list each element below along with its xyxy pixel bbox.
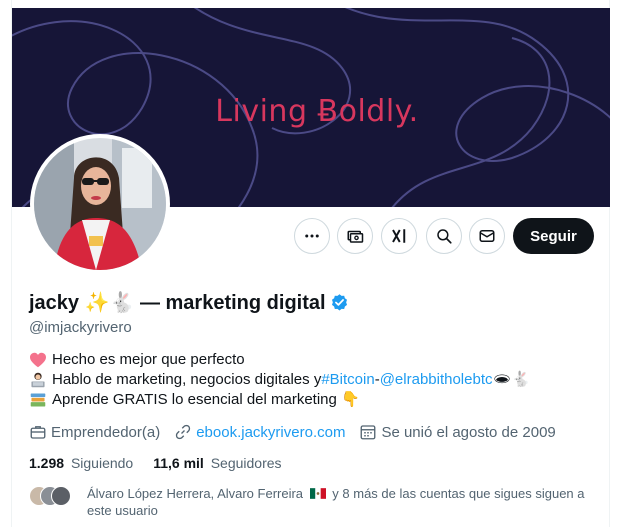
more-options-button[interactable] xyxy=(294,218,330,254)
following-stat[interactable]: 1.298 Siguiendo xyxy=(29,455,133,471)
bio-mention-link[interactable]: @elrabbitholebtc xyxy=(380,370,493,390)
banner-slogan: Living Ƀoldly. xyxy=(215,94,419,129)
more-horizontal-icon xyxy=(305,234,319,238)
following-label: Siguiendo xyxy=(70,455,134,471)
profile-handle: @imjackyrivero xyxy=(29,319,132,336)
books-icon xyxy=(30,393,46,407)
briefcase-icon xyxy=(30,426,46,439)
woman-technologist-icon xyxy=(31,372,45,388)
profile-category: Emprendedor(a) xyxy=(29,423,160,441)
grok-icon xyxy=(392,229,406,243)
bio-text-cta: Aprende GRATIS lo esencial del marketing… xyxy=(52,391,360,408)
mexico-flag-icon xyxy=(309,488,326,499)
followers-you-know-text: Álvaro López Herrera, Alvaro Ferreira y … xyxy=(87,485,607,519)
search-profile-button[interactable] xyxy=(426,218,462,254)
bio-line: Hablo de marketing, negocios digitales y… xyxy=(29,370,530,390)
bio-line: Hecho es mejor que perfecto xyxy=(29,350,530,370)
profile-stats: 1.298 Siguiendo 11,6 mil Seguidores xyxy=(29,455,302,471)
pink-heart-icon xyxy=(30,352,46,368)
followers-count: 11,6 mil xyxy=(153,455,204,471)
calendar-icon xyxy=(361,425,376,440)
envelope-icon xyxy=(479,230,495,242)
profile-actions: Seguir xyxy=(0,218,620,258)
bio-line: Aprende GRATIS lo esencial del marketing… xyxy=(29,390,530,410)
message-button[interactable] xyxy=(469,218,505,254)
followers-you-know[interactable]: Álvaro López Herrera, Alvaro Ferreira y … xyxy=(29,483,599,523)
followers-label: Seguidores xyxy=(210,455,282,471)
money-icon xyxy=(347,230,364,243)
category-label: Emprendedor(a) xyxy=(51,423,161,441)
profile-website[interactable]: ebook.jackyrivero.com xyxy=(174,423,345,441)
profile-meta: Emprendedor(a) ebook.jackyrivero.com Se … xyxy=(29,423,570,441)
profile-join-date: Se unió el agosto de 2009 xyxy=(359,423,556,441)
bio-text-topics: Hablo de marketing, negocios digitales y xyxy=(52,371,322,388)
tip-button[interactable] xyxy=(337,218,373,254)
verified-badge-icon[interactable] xyxy=(330,293,349,312)
join-date-label: Se unió el agosto de 2009 xyxy=(381,423,556,441)
profile-page: Living Ƀoldly. Seguir jacky ✨🐇 — marketi… xyxy=(0,0,620,527)
follow-button[interactable]: Seguir xyxy=(513,218,594,254)
profile-bio: Hecho es mejor que perfecto Hablo de mar… xyxy=(29,350,530,410)
profile-name-row: jacky ✨🐇 — marketing digital xyxy=(29,290,349,315)
bio-emoji-suffix: 🕳🐇 xyxy=(492,371,531,388)
followers-stat[interactable]: 11,6 mil Seguidores xyxy=(153,455,281,471)
known-followers-names: Álvaro López Herrera, Alvaro Ferreira xyxy=(87,486,304,501)
display-name: jacky ✨🐇 — marketing digital xyxy=(29,292,326,314)
grok-button[interactable] xyxy=(381,218,417,254)
link-icon xyxy=(176,424,191,440)
search-icon xyxy=(437,229,452,244)
website-link[interactable]: ebook.jackyrivero.com xyxy=(196,424,345,441)
bio-text-motto: Hecho es mejor que perfecto xyxy=(52,351,245,368)
following-count: 1.298 xyxy=(29,455,65,471)
follower-avatars xyxy=(29,486,79,506)
avatar xyxy=(51,486,71,506)
bio-hashtag-link[interactable]: #Bitcoin xyxy=(321,370,374,390)
